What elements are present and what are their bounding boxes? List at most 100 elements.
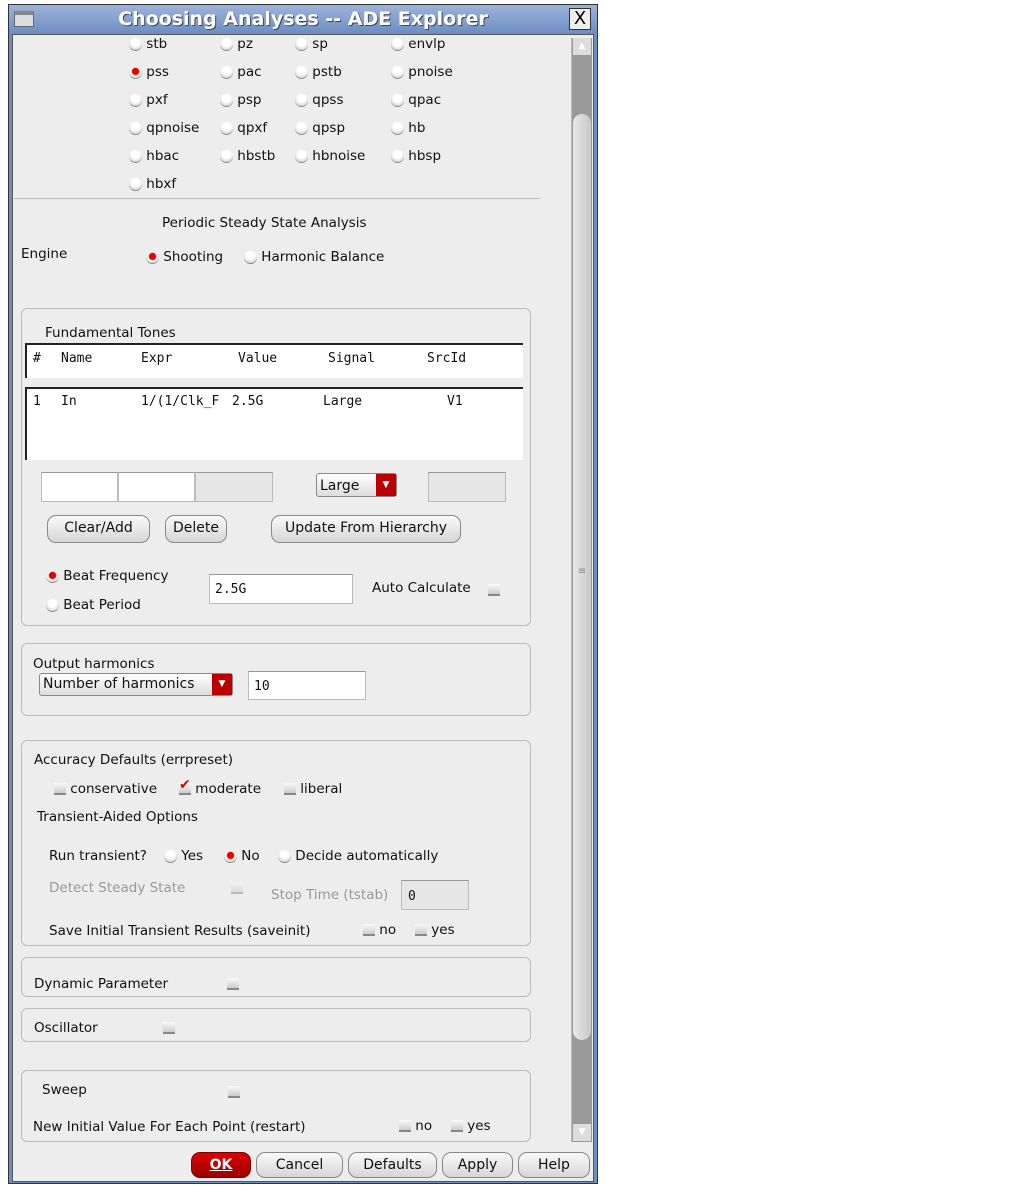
- cell-index: 1: [33, 394, 41, 409]
- analysis-radio-pxf[interactable]: pxf: [129, 92, 168, 108]
- radio-icon: [295, 37, 308, 51]
- radio-label: pz: [237, 36, 253, 52]
- engine-label: Engine: [21, 246, 68, 262]
- analysis-radio-pnoise[interactable]: pnoise: [391, 64, 453, 80]
- column-header: Expr: [141, 351, 173, 366]
- harmonics-input[interactable]: 10: [248, 671, 366, 700]
- analysis-radio-qpac[interactable]: qpac: [391, 92, 441, 108]
- radio-label: pac: [237, 64, 262, 80]
- scrollbar-thumb[interactable]: ≡: [573, 114, 591, 1040]
- column-header: Value: [238, 351, 278, 366]
- radio-icon: [295, 149, 308, 163]
- radio-label: qpac: [408, 92, 442, 108]
- auto-calculate-checkbox[interactable]: [488, 584, 500, 596]
- oscillator-checkbox[interactable]: [162, 1022, 175, 1034]
- tones-table-header: # Name Expr Value Signal SrcId: [25, 343, 523, 378]
- update-from-hierarchy-button[interactable]: Update From Hierarchy: [271, 515, 461, 543]
- run-transient-yes[interactable]: Yes: [164, 848, 203, 864]
- analysis-radio-qpss[interactable]: qpss: [295, 92, 344, 108]
- ok-button[interactable]: OK: [191, 1152, 251, 1178]
- run-transient-auto[interactable]: Decide automatically: [278, 848, 438, 864]
- radio-icon: [295, 65, 308, 79]
- radio-label: qpxf: [237, 120, 268, 136]
- delete-button[interactable]: Delete: [165, 515, 227, 543]
- checkbox-label: no: [379, 922, 397, 938]
- beat-value-input[interactable]: 2.5G: [209, 574, 353, 604]
- sweep-checkbox[interactable]: [228, 1086, 241, 1098]
- stop-time-label: Stop Time (tstab): [271, 887, 389, 903]
- radio-label: pss: [146, 64, 169, 80]
- analysis-radio-hb[interactable]: hb: [391, 120, 425, 136]
- analysis-radio-pz[interactable]: pz: [220, 36, 253, 52]
- dynamic-parameter-checkbox[interactable]: [226, 978, 239, 990]
- defaults-button[interactable]: Defaults: [348, 1152, 437, 1178]
- scroll-down-arrow-icon[interactable]: ▼: [573, 1124, 591, 1141]
- radio-label: No: [241, 848, 260, 864]
- beat-frequency-radio[interactable]: Beat Frequency: [46, 568, 168, 584]
- window-menu-icon[interactable]: [14, 11, 34, 27]
- harmonics-mode-select[interactable]: Number of harmonics ▼: [39, 673, 233, 696]
- oscillator-label: Oscillator: [34, 1020, 98, 1036]
- column-header: #: [33, 351, 41, 366]
- close-button[interactable]: X: [569, 8, 591, 30]
- radio-label: hbac: [146, 148, 180, 164]
- title-bar[interactable]: Choosing Analyses -- ADE Explorer: [9, 5, 597, 33]
- analysis-radio-pac[interactable]: pac: [220, 64, 262, 80]
- saveinit-yes[interactable]: yes: [415, 922, 455, 938]
- restart-no[interactable]: no: [399, 1118, 432, 1134]
- column-header: Name: [61, 351, 93, 366]
- checkbox-label: yes: [467, 1118, 491, 1134]
- analysis-radio-psp[interactable]: psp: [220, 92, 261, 108]
- output-harmonics-title: Output harmonics: [33, 656, 155, 672]
- radio-label: qpss: [312, 92, 344, 108]
- sweep-label: Sweep: [42, 1082, 87, 1098]
- analysis-radio-sp[interactable]: sp: [295, 36, 328, 52]
- vertical-scrollbar[interactable]: ▲ ≡ ▼: [571, 38, 592, 1142]
- apply-button[interactable]: Apply: [442, 1152, 513, 1178]
- tone-expr-input[interactable]: [118, 472, 195, 502]
- accuracy-moderate[interactable]: moderate: [179, 777, 262, 797]
- engine-harmonic-balance-radio[interactable]: Harmonic Balance: [244, 249, 384, 265]
- radio-label: Harmonic Balance: [261, 249, 385, 265]
- run-transient-no[interactable]: No: [224, 848, 260, 864]
- analysis-radio-pss[interactable]: pss: [129, 64, 169, 80]
- radio-icon: [220, 121, 233, 135]
- analysis-radio-qpxf[interactable]: qpxf: [220, 120, 267, 136]
- beat-period-radio[interactable]: Beat Period: [46, 597, 141, 613]
- analysis-radio-envlp[interactable]: envlp: [391, 36, 445, 52]
- radio-icon: [129, 93, 142, 107]
- table-row[interactable]: 1 In 1/(1/Clk_F 2.5G Large V1: [27, 389, 523, 415]
- accuracy-conservative[interactable]: conservative: [54, 781, 157, 797]
- saveinit-label: Save Initial Transient Results (saveinit…: [49, 923, 311, 939]
- analysis-radio-qpsp[interactable]: qpsp: [295, 120, 345, 136]
- scroll-up-arrow-icon[interactable]: ▲: [573, 38, 591, 55]
- radio-label: psp: [237, 92, 262, 108]
- checkbox-label: liberal: [300, 781, 343, 797]
- clear-add-button[interactable]: Clear/Add: [47, 515, 150, 543]
- analysis-radio-pstb[interactable]: pstb: [295, 64, 342, 80]
- engine-shooting-radio[interactable]: Shooting: [146, 249, 223, 265]
- analysis-radio-hbstb[interactable]: hbstb: [220, 148, 275, 164]
- select-value: Number of harmonics: [43, 676, 195, 692]
- analysis-radio-hbnoise[interactable]: hbnoise: [295, 148, 365, 164]
- cancel-button[interactable]: Cancel: [256, 1152, 343, 1178]
- restart-yes[interactable]: yes: [451, 1118, 491, 1134]
- tone-name-input[interactable]: [41, 472, 118, 502]
- saveinit-no[interactable]: no: [363, 922, 396, 938]
- radio-label: pnoise: [408, 64, 453, 80]
- analysis-radio-hbac[interactable]: hbac: [129, 148, 179, 164]
- radio-label: hbnoise: [312, 148, 366, 164]
- checkbox-label: moderate: [195, 781, 262, 797]
- help-button[interactable]: Help: [518, 1152, 590, 1178]
- analysis-radio-stb[interactable]: stb: [129, 36, 167, 52]
- radio-icon: [295, 121, 308, 135]
- analysis-radio-qpnoise[interactable]: qpnoise: [129, 120, 199, 136]
- accuracy-liberal[interactable]: liberal: [284, 781, 342, 797]
- checkbox-icon: [54, 783, 66, 795]
- checkbox-icon: [284, 783, 296, 795]
- analysis-radio-hbsp[interactable]: hbsp: [391, 148, 441, 164]
- analysis-radio-hbxf[interactable]: hbxf: [129, 176, 176, 192]
- signal-select[interactable]: Large ▼: [316, 473, 397, 497]
- radio-icon: [244, 250, 257, 264]
- radio-label: Yes: [181, 848, 204, 864]
